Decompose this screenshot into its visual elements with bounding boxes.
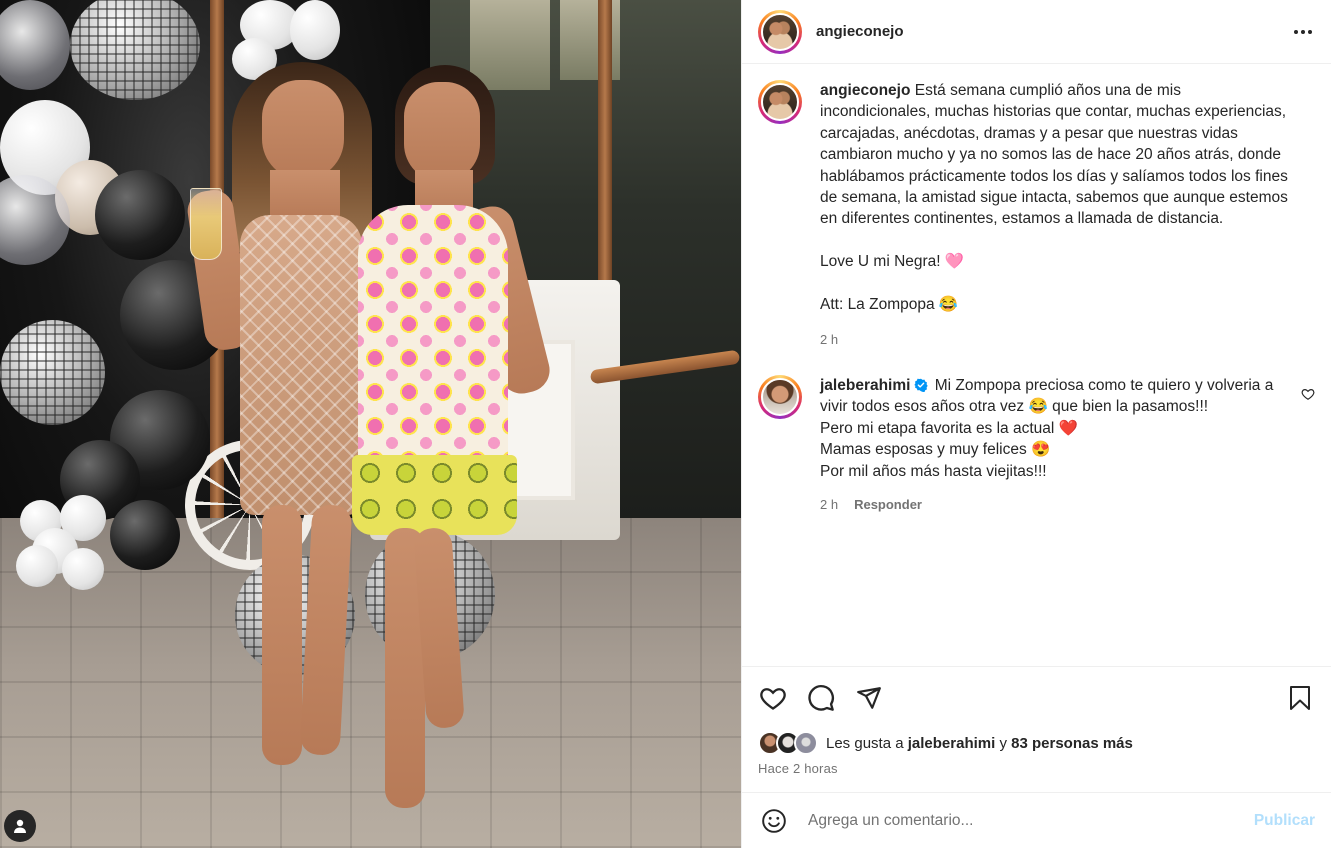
post-time[interactable]: Hace 2 horas (758, 761, 1315, 776)
balloon (110, 500, 180, 570)
commenter-username[interactable]: jaleberahimi (820, 377, 910, 394)
woman-right-dress-hem (352, 455, 517, 535)
post-side-panel: angieconejo angieconejo Está semana cump… (741, 0, 1331, 848)
comments-list[interactable]: angieconejo Está semana cumplió años una… (742, 64, 1331, 666)
background-window (470, 0, 550, 90)
author-username[interactable]: angieconejo (816, 23, 1291, 40)
liker-username[interactable]: jaleberahimi (908, 735, 996, 752)
post-dialog: angieconejo angieconejo Está semana cump… (0, 0, 1331, 848)
likes-prefix: Les gusta a (826, 734, 908, 752)
emoji-icon[interactable] (760, 807, 788, 835)
post-header: angieconejo (742, 0, 1331, 64)
disco-balloon (0, 320, 105, 425)
liker-avatars (758, 731, 818, 755)
caption-text: Está semana cumplió años una de mis inco… (820, 82, 1288, 314)
comment-input[interactable] (806, 810, 1254, 831)
bookmark-icon[interactable] (1285, 683, 1315, 713)
comment-icon[interactable] (806, 683, 836, 713)
share-icon[interactable] (854, 683, 884, 713)
verified-icon (914, 378, 929, 392)
caption-avatar[interactable] (758, 80, 802, 124)
likes-middle: y (995, 734, 1012, 752)
woman-left-face (262, 80, 344, 180)
balloon (16, 545, 58, 587)
champagne-glass (190, 188, 222, 260)
caption-username[interactable]: angieconejo (820, 82, 910, 99)
post-actions: Les gusta a jaleberahimi y 83 personas m… (742, 666, 1331, 792)
balloon (95, 170, 185, 260)
caption-time[interactable]: 2 h (820, 329, 838, 350)
user-tag-icon[interactable] (4, 810, 36, 842)
woman-left-neck (270, 170, 340, 220)
woman-right-face (404, 82, 480, 182)
balloon (290, 0, 340, 60)
likes-others[interactable]: 83 personas más (1011, 735, 1133, 752)
author-avatar[interactable] (758, 9, 802, 54)
caption: angieconejo Está semana cumplió años una… (758, 80, 1315, 351)
woman-left-leg (262, 505, 302, 765)
commenter-avatar[interactable] (758, 374, 802, 419)
balloon (0, 0, 70, 90)
heart-icon[interactable] (1301, 387, 1315, 401)
woman-left-dress (240, 215, 362, 515)
comment-time[interactable]: 2 h (820, 494, 838, 515)
balloon (62, 548, 104, 590)
comment-item: jaleberahimi Mi Zompopa preciosa como te… (758, 374, 1315, 515)
reply-button[interactable]: Responder (854, 494, 922, 515)
post-photo[interactable] (0, 0, 741, 848)
comment-composer: Publicar (742, 792, 1331, 848)
disco-balloon (70, 0, 200, 100)
likes-summary[interactable]: Les gusta a jaleberahimi y 83 personas m… (758, 731, 1315, 755)
heart-icon[interactable] (758, 683, 788, 713)
woman-right-dress (358, 205, 508, 465)
more-icon[interactable] (1291, 20, 1315, 44)
publish-button[interactable]: Publicar (1254, 812, 1315, 830)
